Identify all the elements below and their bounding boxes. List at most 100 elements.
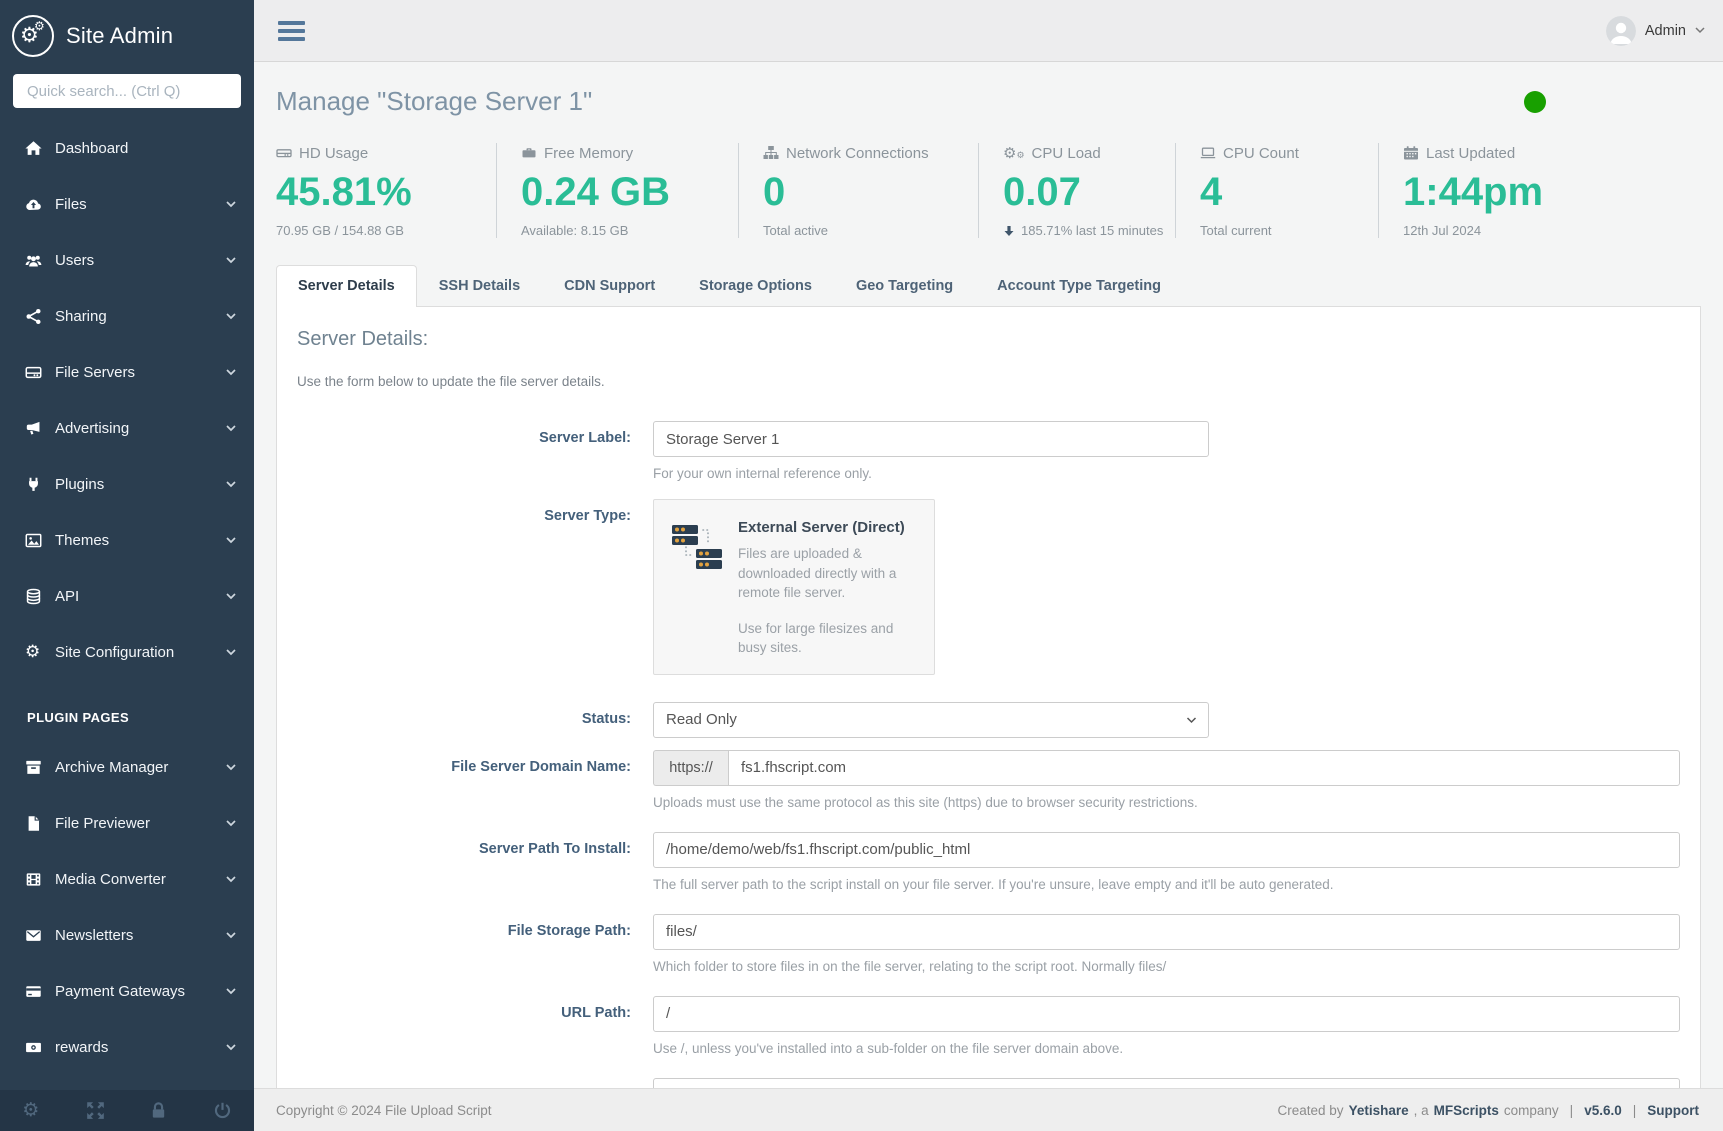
status-label: Status:	[297, 702, 631, 738]
chevron-down-icon	[226, 1044, 236, 1051]
page-title: Manage "Storage Server 1"	[276, 86, 592, 117]
install-path-help: The full server path to the script insta…	[653, 877, 1680, 892]
page-footer: Copyright © 2024 File Upload Script Crea…	[254, 1088, 1723, 1131]
money-icon	[25, 1039, 42, 1056]
sidebar-item-sharing[interactable]: Sharing	[0, 288, 254, 344]
storage-path-label: File Storage Path:	[297, 914, 631, 974]
fullscreen-button[interactable]	[64, 1101, 128, 1120]
main-area: Admin Manage "Storage Server 1" HD Usage…	[254, 0, 1723, 1131]
domain-help: Uploads must use the same protocol as th…	[653, 795, 1680, 810]
credit-card-icon	[25, 983, 42, 1000]
logout-button[interactable]	[191, 1101, 255, 1120]
domain-input[interactable]	[728, 750, 1680, 786]
sidebar-item-file-servers[interactable]: File Servers	[0, 344, 254, 400]
protocol-prefix: https://	[653, 750, 728, 786]
server-type-title: External Server (Direct)	[738, 519, 918, 536]
home-icon	[25, 140, 42, 157]
sidebar-item-file-previewer[interactable]: File Previewer	[0, 795, 254, 851]
sidebar-toggle-button[interactable]	[278, 17, 305, 45]
stat-free-memory: Free Memory 0.24 GB Available: 8.15 GB	[496, 143, 738, 238]
support-link[interactable]: Support	[1647, 1103, 1699, 1118]
sidebar-item-api[interactable]: API	[0, 568, 254, 624]
plugin-pages-heading: PLUGIN PAGES	[0, 680, 254, 739]
arrow-down-icon	[1003, 225, 1015, 237]
sidebar-item-advertising[interactable]: Advertising	[0, 400, 254, 456]
settings-button[interactable]: ⚙	[0, 1101, 64, 1120]
gear-icon: ⚙	[22, 1101, 41, 1120]
install-path-input[interactable]	[653, 832, 1680, 868]
cloud-upload-icon	[25, 196, 42, 213]
sidebar-item-plugins[interactable]: Plugins	[0, 456, 254, 512]
external-server-icon	[670, 519, 724, 658]
tab-geo-targeting[interactable]: Geo Targeting	[834, 265, 975, 306]
sitemap-icon	[763, 145, 779, 161]
memory-icon	[521, 145, 537, 161]
sidebar-item-media-converter[interactable]: Media Converter	[0, 851, 254, 907]
server-status-dot	[1524, 91, 1546, 113]
tab-cdn-support[interactable]: CDN Support	[542, 265, 677, 306]
tab-ssh-details[interactable]: SSH Details	[417, 265, 542, 306]
sidebar-item-themes[interactable]: Themes	[0, 512, 254, 568]
stat-cpu-load: ⚙⚙ CPU Load 0.07 185.71% last 15 minutes	[978, 143, 1175, 238]
chevron-down-icon	[226, 537, 236, 544]
url-path-input[interactable]	[653, 996, 1680, 1032]
url-path-label: URL Path:	[297, 996, 631, 1056]
admin-menu[interactable]: Admin	[1606, 16, 1705, 46]
server-details-panel: Server Details: Use the form below to up…	[276, 306, 1701, 1088]
server-type-option[interactable]: External Server (Direct) Files are uploa…	[653, 499, 935, 675]
server-tabs: Server Details SSH Details CDN Support S…	[276, 265, 1701, 306]
chevron-down-icon	[226, 593, 236, 600]
chevron-down-icon	[226, 764, 236, 771]
storage-path-input[interactable]	[653, 914, 1680, 950]
tab-account-type-targeting[interactable]: Account Type Targeting	[975, 265, 1183, 306]
lock-button[interactable]	[127, 1101, 191, 1120]
cogs-icon: ⚙⚙	[1003, 145, 1025, 162]
page-content: Manage "Storage Server 1" HD Usage 45.81…	[254, 62, 1723, 1088]
next-field-input-partial[interactable]	[653, 1078, 1680, 1088]
server-label-label: Server Label:	[297, 421, 631, 481]
status-select[interactable]: Read Only	[653, 702, 1209, 738]
tab-storage-options[interactable]: Storage Options	[677, 265, 834, 306]
stat-network-connections: Network Connections 0 Total active	[738, 143, 978, 238]
sidebar-item-newsletters[interactable]: Newsletters	[0, 907, 254, 963]
power-icon	[213, 1101, 232, 1120]
server-type-desc: Files are uploaded & downloaded directly…	[738, 544, 918, 603]
sidebar-item-archive-manager[interactable]: Archive Manager	[0, 739, 254, 795]
admin-label: Admin	[1645, 23, 1686, 39]
url-path-help: Use /, unless you've installed into a su…	[653, 1041, 1680, 1056]
database-icon	[25, 588, 42, 605]
sidebar-item-site-configuration[interactable]: ⚙ Site Configuration	[0, 624, 254, 680]
sidebar-nav: Dashboard Files Users Sharing File Serve…	[0, 120, 254, 1075]
avatar	[1606, 16, 1636, 46]
tab-server-details[interactable]: Server Details	[276, 265, 417, 307]
megaphone-icon	[25, 420, 42, 437]
envelope-icon	[25, 927, 42, 944]
sidebar-item-dashboard[interactable]: Dashboard	[0, 120, 254, 176]
sidebar-item-rewards[interactable]: rewards	[0, 1019, 254, 1075]
stat-cpu-count: CPU Count 4 Total current	[1175, 143, 1378, 238]
panel-heading: Server Details:	[297, 328, 1680, 351]
hdd-icon	[276, 145, 292, 161]
film-icon	[25, 871, 42, 888]
server-label-help: For your own internal reference only.	[653, 466, 1680, 481]
install-path-label: Server Path To Install:	[297, 832, 631, 892]
app-logo[interactable]: ⚙⚙ Site Admin	[0, 0, 254, 62]
stat-value: 0.24 GB	[521, 171, 728, 213]
stat-value: 0	[763, 171, 968, 213]
sidebar-item-files[interactable]: Files	[0, 176, 254, 232]
share-icon	[25, 308, 42, 325]
server-type-label: Server Type:	[297, 499, 631, 675]
sidebar-item-payment-gateways[interactable]: Payment Gateways	[0, 963, 254, 1019]
chevron-down-icon	[226, 988, 236, 995]
plug-icon	[25, 476, 42, 493]
version-label: v5.6.0	[1584, 1103, 1622, 1118]
creator-name: Yetishare	[1349, 1103, 1409, 1118]
company-name: MFScripts	[1434, 1103, 1499, 1118]
chevron-down-icon	[226, 932, 236, 939]
quick-search-input[interactable]	[13, 74, 241, 108]
sidebar-item-users[interactable]: Users	[0, 232, 254, 288]
image-icon	[25, 532, 42, 549]
server-type-desc2: Use for large filesizes and busy sites.	[738, 619, 918, 658]
copyright-text: Copyright © 2024 File Upload Script	[276, 1103, 492, 1118]
server-label-input[interactable]	[653, 421, 1209, 457]
